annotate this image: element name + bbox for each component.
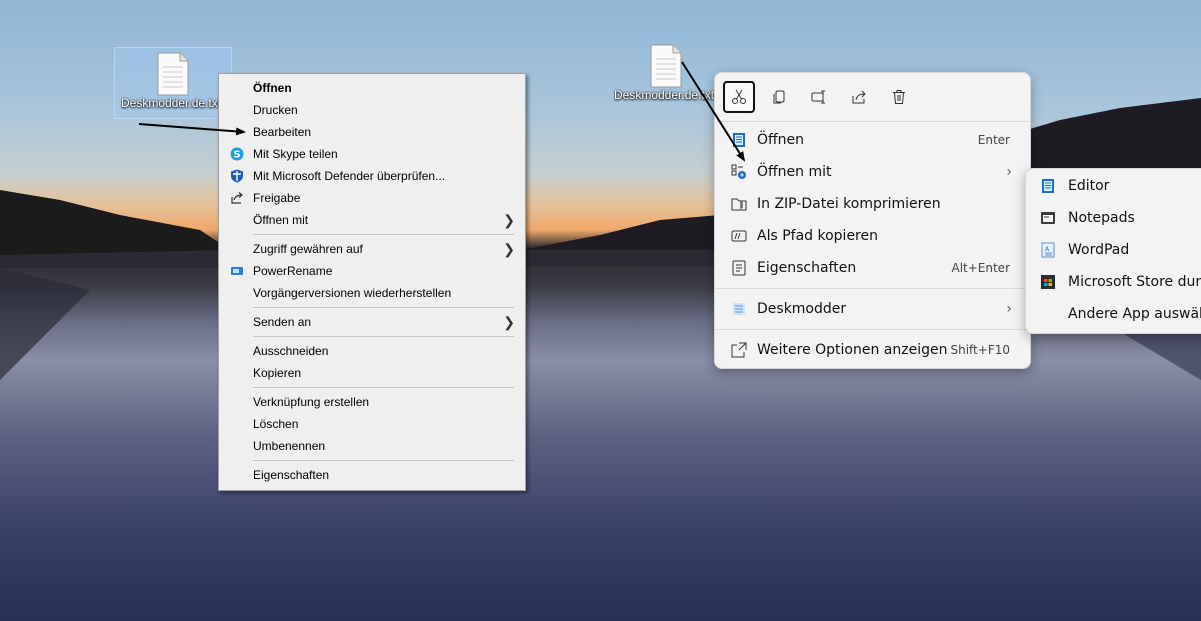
menu-item-restore-versions[interactable]: Vorgängerversionen wiederherstellen [219,282,525,304]
menu-item-send-to[interactable]: Senden an ❯ [219,311,525,333]
editor-icon [1042,179,1054,193]
menu-separator [253,387,514,388]
share-button[interactable] [843,81,875,113]
menu-item-share[interactable]: Freigabe [219,187,525,209]
w11-item-properties[interactable]: Eigenschaften Alt+Enter [719,253,1024,283]
menu-item-open[interactable]: Öffnen [219,77,525,99]
w11-item-zip[interactable]: In ZIP-Datei komprimieren [719,189,1024,219]
deskmodder-icon [733,303,745,315]
delete-button[interactable] [883,81,915,113]
menu-separator [715,288,1030,289]
menu-item-edit[interactable]: Bearbeiten [219,121,525,143]
classic-context-menu: Öffnen Drucken Bearbeiten S Mit Skype te… [218,73,526,491]
menu-separator [715,121,1030,122]
chevron-right-icon: ❯ [503,314,515,330]
menu-item-powerrename[interactable]: PowerRename [219,260,525,282]
menu-item-open-with[interactable]: Öffnen mit ❯ [219,209,525,231]
notepads-icon [1041,212,1055,224]
menu-separator [253,336,514,337]
zip-icon [731,198,747,211]
open-with-icon [731,164,746,179]
menu-item-rename[interactable]: Umbenennen [219,435,525,457]
cut-button[interactable] [723,81,755,113]
desktop-file-icon-left[interactable]: Deskmodder.de.txt [114,47,232,119]
shortcut-label: Enter [977,133,1010,147]
cut-icon [732,89,746,104]
menu-item-defender-scan[interactable]: Mit Microsoft Defender überprüfen... [219,165,525,187]
defender-icon [231,169,243,183]
w11-item-more-options[interactable]: Weitere Optionen anzeigen Shift+F10 [719,335,1024,365]
menu-item-give-access[interactable]: Zugriff gewähren auf ❯ [219,238,525,260]
shortcut-label: Alt+Enter [951,261,1010,275]
submenu-item-editor[interactable]: Editor [1026,171,1201,201]
delete-icon [893,90,905,104]
desktop-file-label: Deskmodder.de.txt [614,88,714,102]
chevron-right-icon: › [1006,164,1012,180]
more-options-icon [731,342,747,358]
menu-separator [253,307,514,308]
copy-path-icon [731,230,747,242]
w11-item-copy-path[interactable]: Als Pfad kopieren [719,221,1024,251]
share-icon [852,90,866,104]
menu-item-copy[interactable]: Kopieren [219,362,525,384]
menu-item-cut[interactable]: Ausschneiden [219,340,525,362]
menu-item-create-shortcut[interactable]: Verknüpfung erstellen [219,391,525,413]
submenu-item-store[interactable]: Microsoft Store durchsuchen [1026,267,1201,297]
skype-icon: S [230,147,244,161]
rename-button[interactable] [803,81,835,113]
chevron-right-icon: › [1006,301,1012,317]
menu-item-delete[interactable]: Löschen [219,413,525,435]
text-file-icon [650,44,682,88]
desktop-file-icon-right[interactable]: Deskmodder.de.txt [608,40,724,110]
notepad-icon [733,133,745,147]
submenu-item-wordpad[interactable]: A WordPad [1026,235,1201,265]
w11-item-deskmodder[interactable]: Deskmodder › [719,294,1024,324]
desktop-file-label: Deskmodder.de.txt [121,96,221,110]
store-icon [1041,275,1055,289]
menu-item-print[interactable]: Drucken [219,99,525,121]
menu-item-skype-share[interactable]: S Mit Skype teilen [219,143,525,165]
w11-context-menu: Öffnen Enter Öffnen mit › In ZIP-Datei k… [714,72,1031,369]
text-file-icon [157,52,189,96]
chevron-right-icon: ❯ [503,212,515,228]
shortcut-label: Shift+F10 [950,343,1010,357]
copy-icon [773,90,785,104]
wordpad-icon: A [1041,242,1055,258]
submenu-item-choose-other-app[interactable]: Andere App auswählen [1026,299,1201,329]
open-with-submenu: Editor Notepads A WordPad Microsoft Stor… [1025,168,1201,334]
svg-text:S: S [233,150,240,161]
chevron-right-icon: ❯ [503,241,515,257]
menu-separator [253,460,514,461]
powerrename-icon [231,267,243,275]
w11-item-open[interactable]: Öffnen Enter [719,125,1024,155]
rename-icon [811,90,825,104]
menu-separator [253,234,514,235]
w11-item-open-with[interactable]: Öffnen mit › [719,157,1024,187]
properties-icon [732,260,746,276]
share-icon [231,192,243,204]
menu-item-properties[interactable]: Eigenschaften [219,464,525,486]
submenu-item-notepads[interactable]: Notepads [1026,203,1201,233]
copy-button[interactable] [763,81,795,113]
menu-separator [715,329,1030,330]
